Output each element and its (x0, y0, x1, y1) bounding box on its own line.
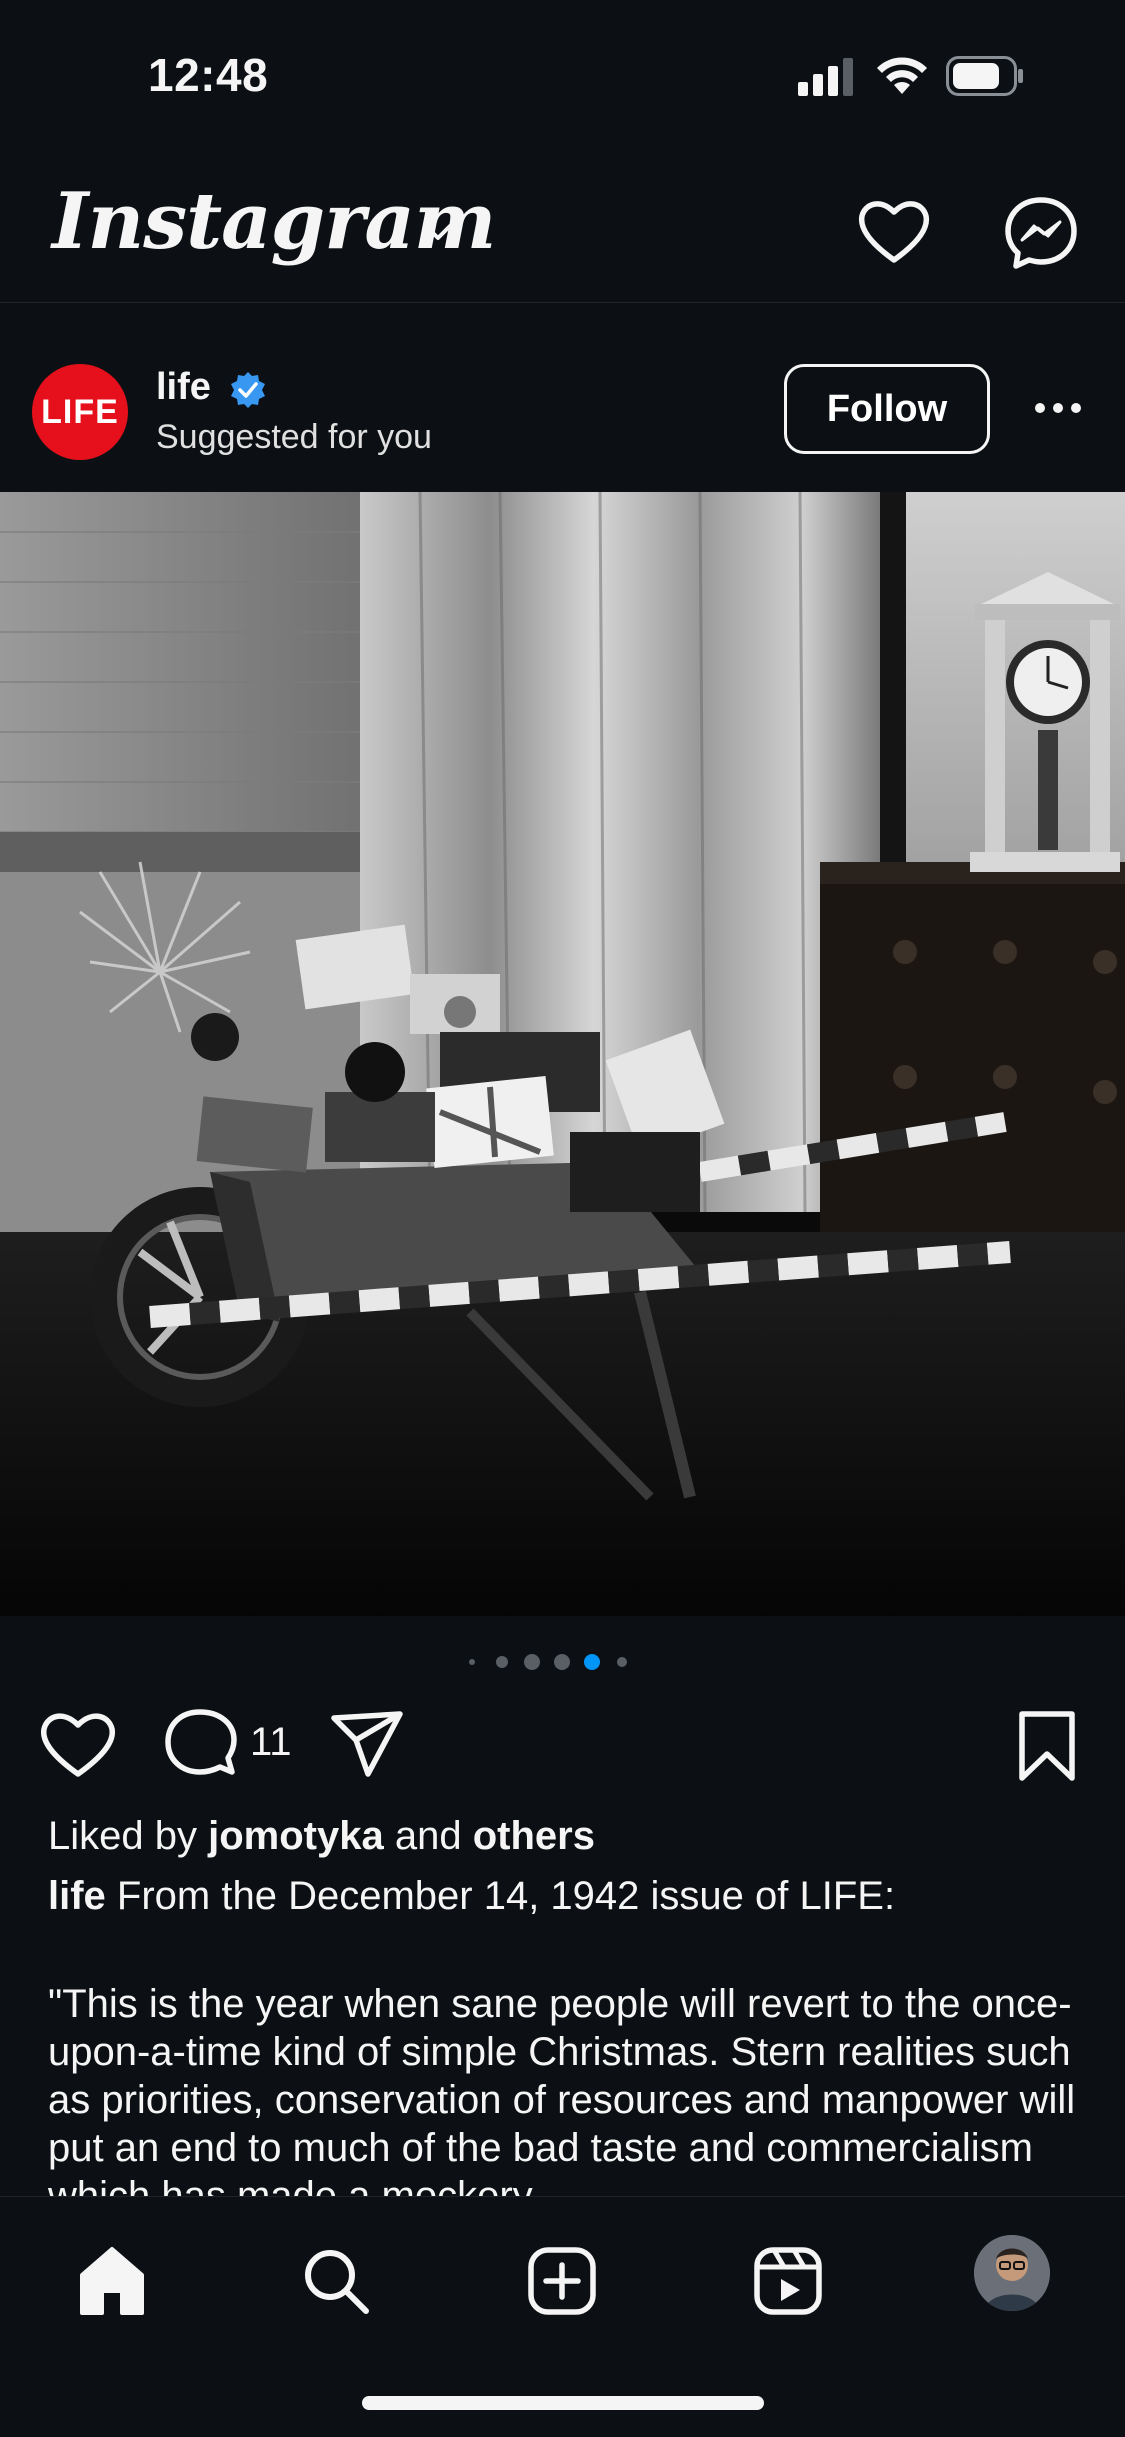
home-icon[interactable] (76, 2245, 148, 2317)
carousel-dot (554, 1654, 570, 1670)
carousel-dot-active (584, 1654, 600, 1670)
messenger-icon[interactable] (1002, 194, 1080, 272)
carousel-dot (469, 1659, 475, 1665)
liked-by-others-link[interactable]: others (473, 1814, 595, 1858)
comment-icon[interactable] (162, 1708, 240, 1784)
heart-icon[interactable] (856, 196, 932, 266)
chevron-down-icon[interactable] (420, 218, 456, 246)
wifi-icon (877, 57, 927, 94)
profile-photo (974, 2235, 1050, 2311)
profile-avatar[interactable] (974, 2235, 1050, 2311)
liked-by-prefix: Liked by (48, 1814, 197, 1858)
post-subtitle: Suggested for you (156, 418, 432, 456)
caption-text-first-line: From the December 14, 1942 issue of LIFE… (116, 1874, 896, 1918)
liked-by-and: and (394, 1814, 462, 1858)
header-divider (0, 302, 1125, 303)
carousel-indicator (469, 1654, 627, 1670)
bookmark-icon[interactable] (1014, 1708, 1080, 1784)
like-heart-icon[interactable] (38, 1708, 118, 1780)
caption-username[interactable]: life (48, 1874, 106, 1918)
carousel-dot (617, 1657, 627, 1667)
post-author-avatar[interactable]: LIFE (32, 364, 128, 460)
create-icon[interactable] (526, 2245, 598, 2317)
carousel-dot (496, 1656, 508, 1668)
status-time: 12:48 (148, 49, 269, 101)
follow-button[interactable]: Follow (784, 364, 990, 454)
post-image[interactable] (0, 492, 1125, 1616)
liked-by-text: Liked by jomotyka and others (48, 1814, 595, 1859)
avatar-logo-text: LIFE (41, 392, 119, 431)
liked-by-user-link[interactable]: jomotyka (208, 1814, 384, 1858)
cellular-signal-icon (798, 58, 853, 96)
share-icon[interactable] (328, 1708, 406, 1780)
home-indicator[interactable] (362, 2396, 764, 2410)
more-icon[interactable] (1032, 398, 1084, 418)
comment-count[interactable]: 11 (250, 1720, 292, 1765)
battery-icon (946, 56, 1023, 96)
carousel-dot (524, 1654, 540, 1670)
search-icon[interactable] (300, 2245, 372, 2317)
reels-icon[interactable] (752, 2245, 824, 2317)
post-username[interactable]: life (156, 366, 211, 409)
caption-first-line: life From the December 14, 1942 issue of… (48, 1874, 895, 1919)
verified-badge-icon (231, 372, 265, 408)
caption-body: "This is the year when sane people will … (48, 1982, 1076, 2196)
